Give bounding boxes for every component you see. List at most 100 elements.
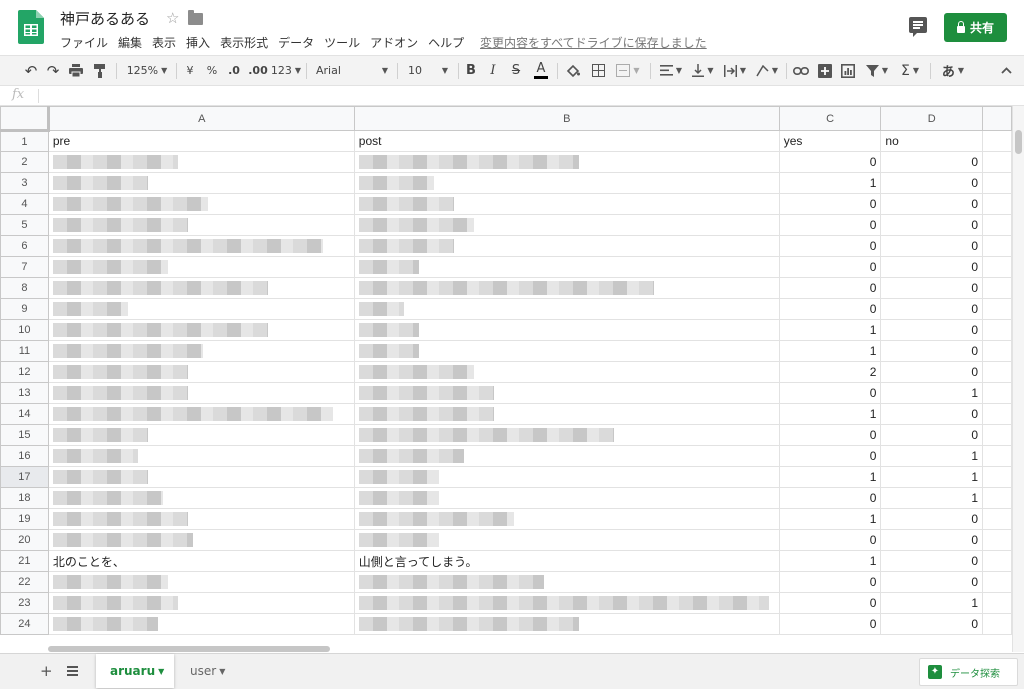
print-icon[interactable] xyxy=(66,56,86,85)
row-header[interactable]: 12 xyxy=(0,361,49,383)
filter-icon[interactable]: ▼ xyxy=(862,56,892,85)
cell-e[interactable] xyxy=(982,256,1012,278)
row-header[interactable]: 16 xyxy=(0,445,49,467)
horizontal-scroll-thumb[interactable] xyxy=(48,646,330,652)
menu-tools[interactable]: ツール xyxy=(324,34,360,51)
cell-a[interactable]: 北のことを、 xyxy=(47,550,355,572)
cell-d[interactable]: 1 xyxy=(880,445,984,467)
cell-e[interactable] xyxy=(982,487,1012,509)
cell-c[interactable]: 0 xyxy=(778,277,882,299)
cell-d[interactable]: 0 xyxy=(880,424,984,446)
font-family-select[interactable]: Arial ▼ xyxy=(312,56,392,85)
row-header[interactable]: 20 xyxy=(0,529,49,551)
font-size-select[interactable]: 10 ▼ xyxy=(402,56,454,85)
cell-b[interactable] xyxy=(353,508,780,530)
cell-b[interactable] xyxy=(353,403,780,425)
row-header[interactable]: 4 xyxy=(0,193,49,215)
cell-d[interactable]: 0 xyxy=(880,403,984,425)
formula-bar[interactable]: fx xyxy=(0,86,1024,106)
text-color-button[interactable]: A xyxy=(532,56,550,85)
cell-b[interactable] xyxy=(353,382,780,404)
all-sheets-list-icon[interactable] xyxy=(67,666,78,678)
row-header[interactable]: 10 xyxy=(0,319,49,341)
insert-link-icon[interactable] xyxy=(791,56,811,85)
cell-c[interactable]: 0 xyxy=(778,256,882,278)
cell-c[interactable]: 0 xyxy=(778,529,882,551)
paint-format-icon[interactable] xyxy=(90,56,110,85)
cell-d[interactable]: 0 xyxy=(880,571,984,593)
add-sheet-icon[interactable]: + xyxy=(40,662,53,680)
cell-a[interactable] xyxy=(47,235,355,257)
cell-a[interactable] xyxy=(47,382,355,404)
cell-b[interactable] xyxy=(353,571,780,593)
more-formats-select[interactable]: 123 ▼ xyxy=(271,56,301,85)
cell-e[interactable] xyxy=(982,613,1012,635)
cell-e[interactable] xyxy=(982,466,1012,488)
row-header[interactable]: 11 xyxy=(0,340,49,362)
cell-a[interactable] xyxy=(47,403,355,425)
cell-a[interactable]: pre xyxy=(47,130,355,152)
cell-c[interactable]: 0 xyxy=(778,592,882,614)
cell-c[interactable]: 0 xyxy=(778,382,882,404)
cell-b[interactable] xyxy=(353,592,780,614)
row-header[interactable]: 1 xyxy=(0,130,49,152)
insert-comment-icon[interactable] xyxy=(815,56,835,85)
cell-b[interactable] xyxy=(353,214,780,236)
column-header-b[interactable]: B xyxy=(353,106,780,131)
cell-a[interactable] xyxy=(47,466,355,488)
zoom-select[interactable]: 125% ▼ xyxy=(122,56,172,85)
cell-e[interactable] xyxy=(982,340,1012,362)
decrease-decimal-button[interactable]: .0 xyxy=(224,56,244,85)
cell-d[interactable]: 0 xyxy=(880,613,984,635)
cell-c[interactable]: 0 xyxy=(778,151,882,173)
cell-c[interactable]: 0 xyxy=(778,298,882,320)
cell-b[interactable] xyxy=(353,256,780,278)
cell-b[interactable]: 山側と言ってしまう。 xyxy=(353,550,780,572)
cell-b[interactable] xyxy=(353,277,780,299)
cell-e[interactable] xyxy=(982,508,1012,530)
cell-e[interactable] xyxy=(982,529,1012,551)
cell-d[interactable]: 0 xyxy=(880,151,984,173)
cell-e[interactable] xyxy=(982,235,1012,257)
row-header[interactable]: 14 xyxy=(0,403,49,425)
cell-b[interactable] xyxy=(353,319,780,341)
borders-icon[interactable] xyxy=(589,56,607,85)
cell-a[interactable] xyxy=(47,298,355,320)
row-header[interactable]: 7 xyxy=(0,256,49,278)
cell-b[interactable] xyxy=(353,424,780,446)
cell-b[interactable] xyxy=(353,172,780,194)
vertical-scroll-thumb[interactable] xyxy=(1015,130,1022,154)
italic-button[interactable]: I xyxy=(485,56,501,85)
fill-color-icon[interactable] xyxy=(563,56,583,85)
cell-e[interactable] xyxy=(982,424,1012,446)
row-header[interactable]: 2 xyxy=(0,151,49,173)
cell-b[interactable] xyxy=(353,613,780,635)
cell-a[interactable] xyxy=(47,193,355,215)
cell-e[interactable] xyxy=(982,130,1012,152)
cell-c[interactable]: 1 xyxy=(778,172,882,194)
menu-file[interactable]: ファイル xyxy=(60,34,108,51)
chevron-down-icon[interactable]: ▼ xyxy=(158,667,164,676)
cell-a[interactable] xyxy=(47,445,355,467)
cell-d[interactable]: 1 xyxy=(880,487,984,509)
cell-c[interactable]: 0 xyxy=(778,613,882,635)
cell-a[interactable] xyxy=(47,172,355,194)
document-title[interactable]: 神戸あるある xyxy=(60,8,150,29)
cell-e[interactable] xyxy=(982,403,1012,425)
input-tools-select[interactable]: あ ▼ xyxy=(936,56,970,85)
cell-e[interactable] xyxy=(982,172,1012,194)
menu-view[interactable]: 表示 xyxy=(152,34,176,51)
cell-c[interactable]: 0 xyxy=(778,487,882,509)
horizontal-align-icon[interactable]: ▼ xyxy=(656,56,686,85)
cell-a[interactable] xyxy=(47,424,355,446)
cell-e[interactable] xyxy=(982,298,1012,320)
cell-b[interactable] xyxy=(353,298,780,320)
cell-a[interactable] xyxy=(47,277,355,299)
cell-d[interactable]: 0 xyxy=(880,193,984,215)
cell-d[interactable]: 1 xyxy=(880,466,984,488)
cell-b[interactable]: post xyxy=(353,130,780,152)
folder-icon[interactable] xyxy=(188,10,203,25)
vertical-scrollbar[interactable] xyxy=(1012,106,1024,652)
text-rotation-icon[interactable]: ▼ xyxy=(752,56,782,85)
cell-d[interactable]: 0 xyxy=(880,172,984,194)
